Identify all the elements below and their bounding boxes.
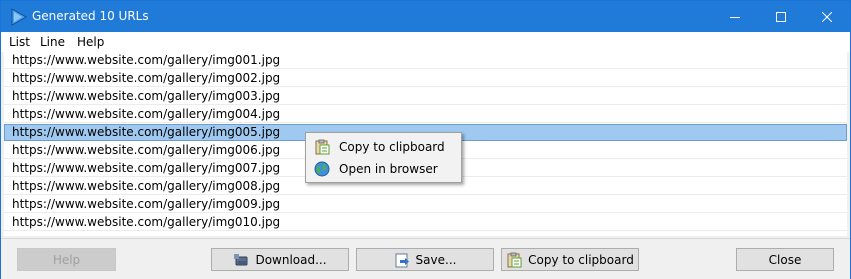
url-text: https://www.website.com/gallery/img006.j… — [12, 143, 281, 157]
download-icon — [234, 253, 248, 265]
button-bar: Help Download... Save... Copy to clipboa… — [1, 238, 850, 279]
title-bar[interactable]: Generated 10 URLs — [1, 1, 850, 32]
download-button[interactable]: Download... — [211, 248, 349, 271]
clipboard-icon — [507, 252, 522, 267]
url-text: https://www.website.com/gallery/img005.j… — [12, 125, 281, 139]
url-text: https://www.website.com/gallery/img007.j… — [12, 161, 281, 175]
save-icon — [395, 253, 409, 267]
context-item-label: Open in browser — [339, 162, 438, 176]
url-text: https://www.website.com/gallery/img001.j… — [12, 53, 281, 67]
context-menu: Copy to clipboard Open in browser — [305, 132, 462, 183]
url-text: https://www.website.com/gallery/img004.j… — [12, 107, 281, 121]
maximize-button[interactable] — [758, 1, 804, 32]
url-text: https://www.website.com/gallery/img010.j… — [12, 215, 281, 229]
maximize-icon — [776, 11, 786, 22]
clipboard-icon — [315, 139, 330, 155]
minimize-button[interactable] — [712, 1, 758, 32]
url-text: https://www.website.com/gallery/img002.j… — [12, 71, 281, 85]
close-icon — [822, 11, 832, 22]
context-copy-to-clipboard[interactable]: Copy to clipboard — [308, 136, 459, 158]
window-title: Generated 10 URLs — [32, 9, 149, 23]
list-item[interactable]: https://www.website.com/gallery/img009.j… — [4, 196, 847, 213]
list-item[interactable]: https://www.website.com/gallery/img004.j… — [4, 106, 847, 123]
close-button-label: Close — [768, 252, 802, 267]
minimize-icon — [730, 16, 740, 18]
url-text: https://www.website.com/gallery/img003.j… — [12, 89, 281, 103]
list-item[interactable]: https://www.website.com/gallery/img002.j… — [4, 70, 847, 87]
save-button-label: Save... — [415, 252, 457, 267]
app-play-icon — [11, 8, 28, 26]
url-list-window: Generated 10 URLs List Line Help https:/… — [0, 0, 851, 279]
help-button[interactable]: Help — [17, 248, 116, 271]
help-button-label: Help — [52, 252, 81, 267]
list-item[interactable]: https://www.website.com/gallery/img010.j… — [4, 214, 847, 231]
url-text: https://www.website.com/gallery/img009.j… — [12, 197, 281, 211]
menu-bar: List Line Help — [1, 32, 850, 52]
url-text: https://www.website.com/gallery/img008.j… — [12, 179, 281, 193]
context-item-label: Copy to clipboard — [339, 140, 445, 154]
copy-button-label: Copy to clipboard — [528, 252, 634, 267]
context-open-in-browser[interactable]: Open in browser — [308, 158, 459, 180]
download-button-label: Download... — [255, 252, 327, 267]
list-item[interactable]: https://www.website.com/gallery/img003.j… — [4, 88, 847, 105]
list-item[interactable]: https://www.website.com/gallery/img001.j… — [4, 52, 847, 69]
close-window-button[interactable] — [804, 1, 850, 32]
menu-list[interactable]: List — [9, 35, 30, 49]
menu-line[interactable]: Line — [40, 35, 65, 49]
menu-help[interactable]: Help — [77, 35, 104, 49]
save-button[interactable]: Save... — [356, 248, 494, 271]
close-button[interactable]: Close — [736, 248, 834, 271]
globe-icon — [314, 161, 330, 177]
copy-to-clipboard-button[interactable]: Copy to clipboard — [501, 248, 639, 271]
